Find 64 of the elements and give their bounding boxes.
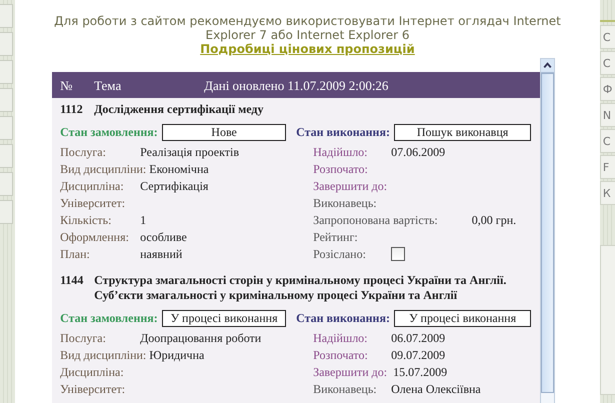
- field-label: Університет:: [60, 381, 126, 398]
- field-label: Запропонована вартість:: [313, 212, 439, 229]
- order-status-field: Нове: [162, 124, 286, 140]
- order-title: Дослідження сертифікації меду: [94, 102, 264, 117]
- execution-status-field: Пошук виконавця: [394, 124, 532, 140]
- menu-item[interactable]: N: [600, 103, 615, 127]
- field-value: Юридична: [149, 347, 204, 364]
- field-label: Розпочато:: [313, 161, 369, 178]
- topic-heading: Тема: [94, 77, 122, 94]
- field-label: Послуга:: [60, 144, 107, 161]
- field-value: 1: [140, 212, 146, 229]
- execution-status-field: У процесі виконання: [394, 310, 532, 326]
- number-heading: №: [60, 77, 74, 94]
- order-number: 1144: [60, 273, 84, 289]
- field-value: 06.07.2009: [391, 330, 446, 347]
- field-label: Розпочато:: [313, 347, 369, 364]
- field-label: Дисципліна:: [60, 364, 125, 381]
- order-title: Структура змагальності сторін у кримінальному процесі України та Англії. Суб’єкти змагальності у кримінальному процесі України та Англії: [94, 273, 508, 303]
- field-value: Сертифікація: [140, 178, 208, 195]
- order-status-field: У процесі виконання: [162, 310, 286, 326]
- field-value: 0,00 грн.: [472, 212, 516, 229]
- field-label: Розіслано:: [313, 246, 367, 263]
- field-value: 09.07.2009: [391, 347, 446, 364]
- field-label: Дисципліна:: [60, 178, 125, 195]
- pricing-link[interactable]: Подробиці цінових пропозицій: [200, 42, 415, 56]
- checkbox[interactable]: [391, 247, 406, 261]
- field-label: Виконавець:: [313, 381, 378, 398]
- field-value: 07.06.2009: [391, 144, 446, 161]
- order-status-label: Стан замовлення:: [60, 310, 159, 327]
- menu-item[interactable]: С: [600, 51, 615, 75]
- field-label: Вид дисципліни:: [60, 161, 148, 178]
- order-number: 1112: [60, 102, 84, 117]
- scrollbar[interactable]: [540, 58, 556, 403]
- execution-status-label: Стан виконання:: [296, 124, 391, 141]
- field-label: Оформлення:: [60, 229, 130, 246]
- field-label: Університет:: [60, 195, 126, 212]
- field-value: особливе: [140, 229, 187, 246]
- field-label: Завершити до:: [313, 364, 388, 381]
- field-value: Доопрацювання роботи: [140, 330, 262, 347]
- updated-heading: Дані оновлено 11.07.2009 2:00:26: [204, 77, 388, 94]
- scroll-thumb[interactable]: [541, 73, 554, 393]
- field-value: Олена Олексіївна: [391, 381, 481, 398]
- execution-status-label: Стан виконання:: [296, 310, 391, 327]
- menu-item[interactable]: Ф: [600, 77, 615, 101]
- field-value: Реалізація проектів: [140, 144, 239, 161]
- field-label: Надійшло:: [313, 330, 369, 347]
- field-value: Економічна: [149, 161, 209, 178]
- field-label: Надійшло:: [313, 144, 369, 161]
- field-label: План:: [60, 246, 91, 263]
- field-label: Завершити до:: [313, 178, 388, 195]
- field-label: Виконавець:: [313, 195, 378, 212]
- field-label: Кількість:: [60, 212, 112, 229]
- browser-notice: Для роботи з сайтом рекомендуємо використовувати Інтернет оглядач Internet Explorer 7 або Internet Explorer 6: [54, 14, 561, 42]
- order-status-label: Стан замовлення:: [60, 124, 159, 141]
- field-label: Рейтинг:: [313, 229, 359, 246]
- field-label: Послуга:: [60, 330, 107, 347]
- menu-item[interactable]: F: [600, 155, 615, 179]
- menu-item[interactable]: С: [600, 129, 615, 153]
- scroll-up-icon[interactable]: [541, 59, 554, 73]
- field-value: 15.07.2009: [393, 364, 448, 381]
- menu-item[interactable]: С: [600, 25, 615, 49]
- field-value: наявний: [140, 246, 182, 263]
- menu-item[interactable]: К: [600, 181, 615, 205]
- field-label: Вид дисципліни:: [60, 347, 148, 364]
